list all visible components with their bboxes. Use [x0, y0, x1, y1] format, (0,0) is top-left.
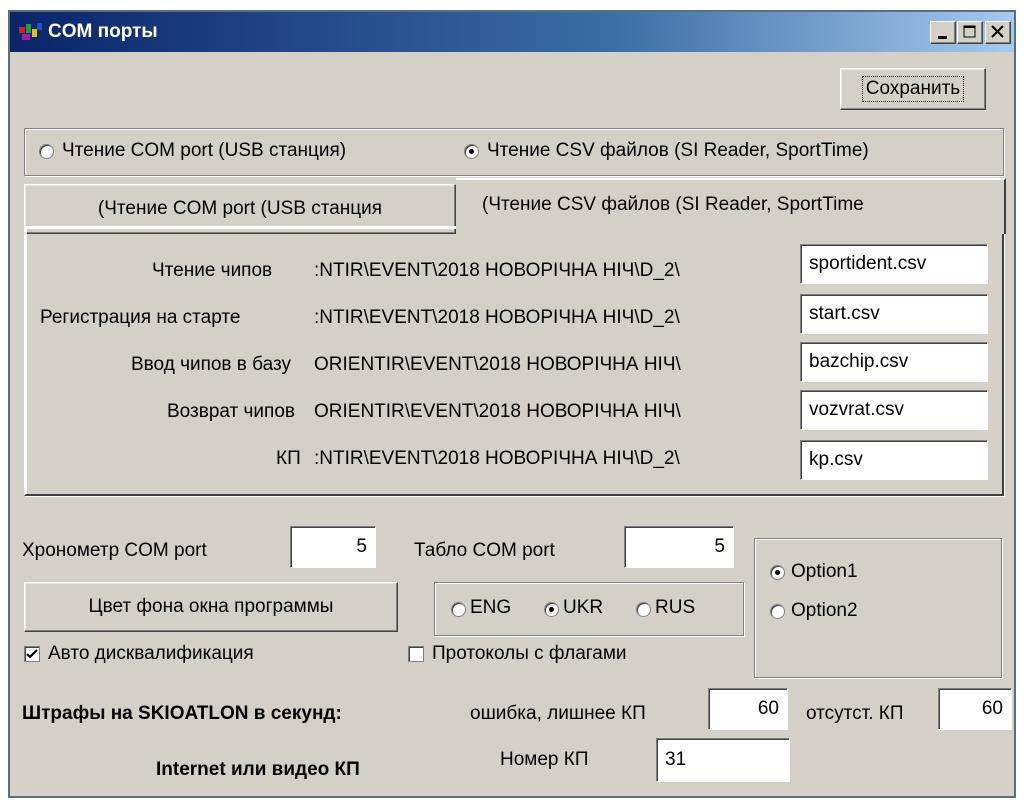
penalty-error-input[interactable]	[708, 688, 788, 730]
flags-protocols-label[interactable]: Протоколы с флагами	[432, 643, 627, 665]
row-path-start-registration[interactable]: :NTIR\EVENT\2018 НОВОРІЧНА НІЧ\D_2\	[314, 307, 680, 329]
radio-option2[interactable]	[770, 604, 785, 619]
radio-csv-files-label[interactable]: Чтение CSV файлов (SI Reader, SportTime)	[487, 140, 869, 162]
save-button[interactable]: Сохранить	[840, 68, 986, 110]
auto-dq-label[interactable]: Авто дисквалификация	[48, 643, 254, 665]
radio-lang-ukr-label[interactable]: UKR	[563, 597, 603, 619]
radio-option2-label[interactable]: Option2	[791, 600, 858, 622]
minimize-icon	[938, 36, 947, 39]
bg-color-button-label: Цвет фона окна программы	[88, 596, 334, 617]
bg-color-button[interactable]: Цвет фона окна программы	[24, 582, 398, 632]
radio-com-port[interactable]	[39, 144, 54, 159]
row-label-chips-return: Возврат чипов	[167, 401, 295, 422]
auto-dq-checkbox[interactable]	[24, 646, 40, 662]
radio-lang-eng[interactable]	[451, 602, 466, 617]
tablo-label: Табло COM port	[414, 540, 555, 561]
radio-lang-ukr[interactable]	[544, 602, 559, 617]
app-icon	[19, 23, 42, 40]
penalty-missing-input[interactable]	[938, 688, 1012, 730]
maximize-button[interactable]	[957, 21, 983, 44]
row-path-chips-return[interactable]: ORIENTIR\EVENT\2018 НОВОРІЧНА НІЧ\	[314, 401, 681, 423]
radio-csv-files[interactable]	[464, 144, 479, 159]
row-label-start-registration: Регистрация на старте	[40, 307, 241, 328]
chronometer-port-input[interactable]	[290, 526, 376, 568]
radio-lang-eng-label[interactable]: ENG	[470, 597, 511, 619]
file-field-start-registration[interactable]	[800, 294, 988, 334]
row-label-chips-to-db: Ввод чипов в базу	[131, 354, 291, 375]
row-path-chips-to-db[interactable]: ORIENTIR\EVENT\2018 НОВОРІЧНА НІЧ\	[314, 354, 681, 376]
tab-com-port-label: (Чтение COM port (USB станция	[97, 198, 383, 219]
radio-option1[interactable]	[770, 565, 785, 580]
tab-csv-files[interactable]: (Чтение CSV файлов (SI Reader, SportTime	[456, 178, 1006, 234]
row-path-read-chips[interactable]: :NTIR\EVENT\2018 НОВОРІЧНА НІЧ\D_2\	[314, 260, 680, 282]
kp-number-label: Номер КП	[500, 749, 589, 770]
penalty-missing-label: отсутст. КП	[806, 703, 904, 724]
radio-lang-rus[interactable]	[636, 602, 651, 617]
file-field-read-chips[interactable]	[800, 244, 988, 284]
kp-number-input[interactable]	[656, 738, 790, 782]
maximize-icon	[963, 25, 976, 38]
row-path-kp[interactable]: :NTIR\EVENT\2018 НОВОРІЧНА НІЧ\D_2\	[314, 448, 680, 470]
file-field-chips-to-db[interactable]	[800, 342, 988, 382]
save-button-label: Сохранить	[861, 76, 965, 102]
close-button[interactable]	[985, 21, 1011, 44]
com-ports-window: COM порты Сохранить Чтение COM port (USB…	[8, 10, 1016, 798]
flags-protocols-checkbox[interactable]	[408, 646, 424, 662]
penalties-label: Штрафы на SKIOATLON в секунд:	[22, 703, 342, 724]
chronometer-label: Хронометр COM port	[22, 540, 207, 561]
row-label-read-chips: Чтение чипов	[152, 260, 273, 281]
file-field-kp[interactable]	[800, 440, 988, 480]
radio-option1-label[interactable]: Option1	[791, 561, 858, 583]
title-bar[interactable]: COM порты	[10, 12, 1014, 52]
row-label-kp: КП	[276, 448, 301, 469]
file-field-chips-return[interactable]	[800, 390, 988, 430]
radio-com-port-label[interactable]: Чтение COM port (USB станция)	[62, 140, 346, 162]
penalty-error-label: ошибка, лишнее КП	[470, 703, 646, 724]
close-icon	[991, 25, 1004, 38]
minimize-button[interactable]	[930, 21, 956, 44]
internet-video-kp-label: Internet или видео КП	[156, 759, 360, 780]
radio-lang-rus-label[interactable]: RUS	[655, 597, 695, 619]
window-title: COM порты	[48, 21, 158, 42]
tab-csv-files-label: (Чтение CSV файлов (SI Reader, SportTime	[482, 194, 864, 215]
tablo-port-input[interactable]	[624, 526, 734, 568]
checkmark-icon	[26, 649, 38, 659]
